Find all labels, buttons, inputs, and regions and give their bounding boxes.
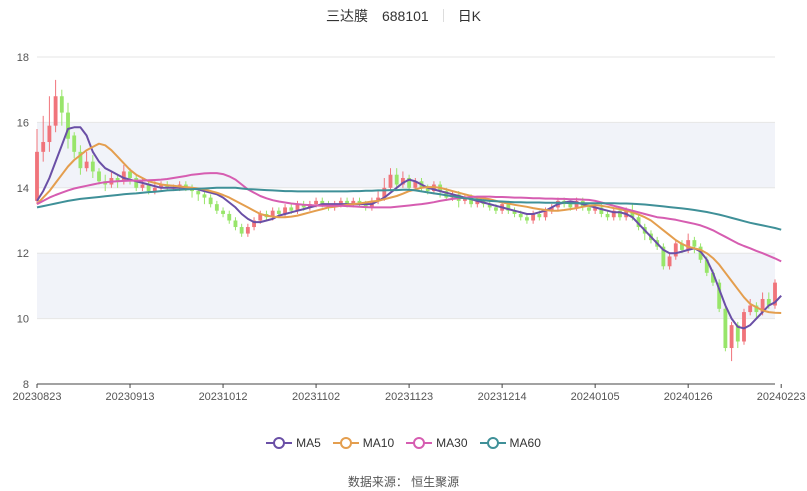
candle-body — [605, 213, 610, 218]
candlestick-chart: 8 10 12 14 16 18 20230823 20230913 20231012 20231… — [13, 52, 806, 403]
candle-body — [314, 200, 318, 205]
legend-marker-icon — [266, 437, 293, 449]
candle-body — [245, 227, 250, 234]
candle-body — [692, 240, 697, 247]
legend-item-ma10[interactable]: MA10 — [332, 436, 395, 450]
candle-body — [227, 213, 232, 221]
candle-body — [214, 204, 219, 211]
chart-legend: MA5 MA10 MA30 MA60 — [0, 436, 807, 450]
candle-body — [128, 171, 132, 178]
candle-body — [35, 151, 39, 201]
candle-body — [748, 305, 753, 313]
candle-body — [90, 161, 95, 172]
legend-label: MA60 — [509, 436, 541, 450]
candle-body — [41, 142, 46, 152]
candle-body — [233, 220, 238, 228]
axes: 8 10 12 14 16 18 20230823 20230913 20231012 20231… — [13, 52, 806, 403]
candle-body — [289, 207, 294, 211]
candle-body — [84, 161, 89, 169]
candle-body — [196, 191, 201, 195]
candle-body — [72, 135, 77, 152]
x-tick-label: 20231102 — [292, 391, 340, 403]
legend-item-ma60[interactable]: MA60 — [479, 436, 541, 450]
background-bands — [37, 122, 775, 319]
y-tick-label: 16 — [17, 117, 29, 129]
candle-body — [47, 125, 52, 143]
x-tick-label: 20230913 — [106, 391, 155, 403]
candle-body — [53, 96, 58, 126]
legend-marker-icon — [406, 437, 433, 449]
candle-body — [568, 204, 573, 208]
legend-label: MA30 — [436, 436, 468, 450]
y-tick-label: 12 — [17, 248, 29, 260]
candle-body — [525, 217, 529, 221]
candle-body — [97, 171, 101, 182]
x-tick-label: 20230823 — [13, 391, 62, 403]
x-tick-label: 20240126 — [664, 391, 713, 403]
x-tick-label: 20240223 — [757, 391, 806, 403]
candle-body — [518, 213, 523, 218]
x-tick-label: 20231012 — [199, 391, 248, 403]
candle-body — [208, 197, 213, 205]
x-tick-label: 20240105 — [571, 391, 620, 403]
y-tick-label: 10 — [17, 314, 29, 326]
legend-item-ma30[interactable]: MA30 — [406, 436, 468, 450]
candle-body — [140, 184, 145, 188]
data-source: 数据来源： 恒生聚源 — [347, 475, 460, 489]
x-tick-label: 20231214 — [478, 391, 527, 403]
candle-body — [134, 177, 139, 188]
y-tick-label: 14 — [17, 183, 29, 195]
candle-body — [239, 227, 244, 234]
candle-body — [388, 174, 393, 188]
candle-body — [537, 213, 542, 218]
legend-marker-icon — [332, 437, 359, 449]
candle-body — [723, 308, 728, 349]
candle-body — [276, 210, 281, 214]
x-tick-label: 20231123 — [385, 391, 433, 403]
legend-marker-icon — [479, 437, 506, 449]
legend-item-ma5[interactable]: MA5 — [266, 436, 321, 450]
legend-label: MA5 — [296, 436, 321, 450]
candle-body — [729, 325, 734, 349]
candle-body — [667, 256, 672, 267]
candle-body — [59, 96, 64, 113]
candle-body — [587, 207, 591, 211]
y-tick-label: 8 — [23, 379, 29, 391]
candle-body — [221, 210, 225, 214]
grid-band — [37, 122, 775, 188]
y-tick-label: 18 — [17, 52, 29, 64]
candle-body — [673, 243, 678, 257]
candle-body — [202, 194, 207, 198]
candle-body — [394, 174, 399, 185]
candle-body — [494, 207, 498, 211]
legend-label: MA10 — [362, 436, 395, 450]
